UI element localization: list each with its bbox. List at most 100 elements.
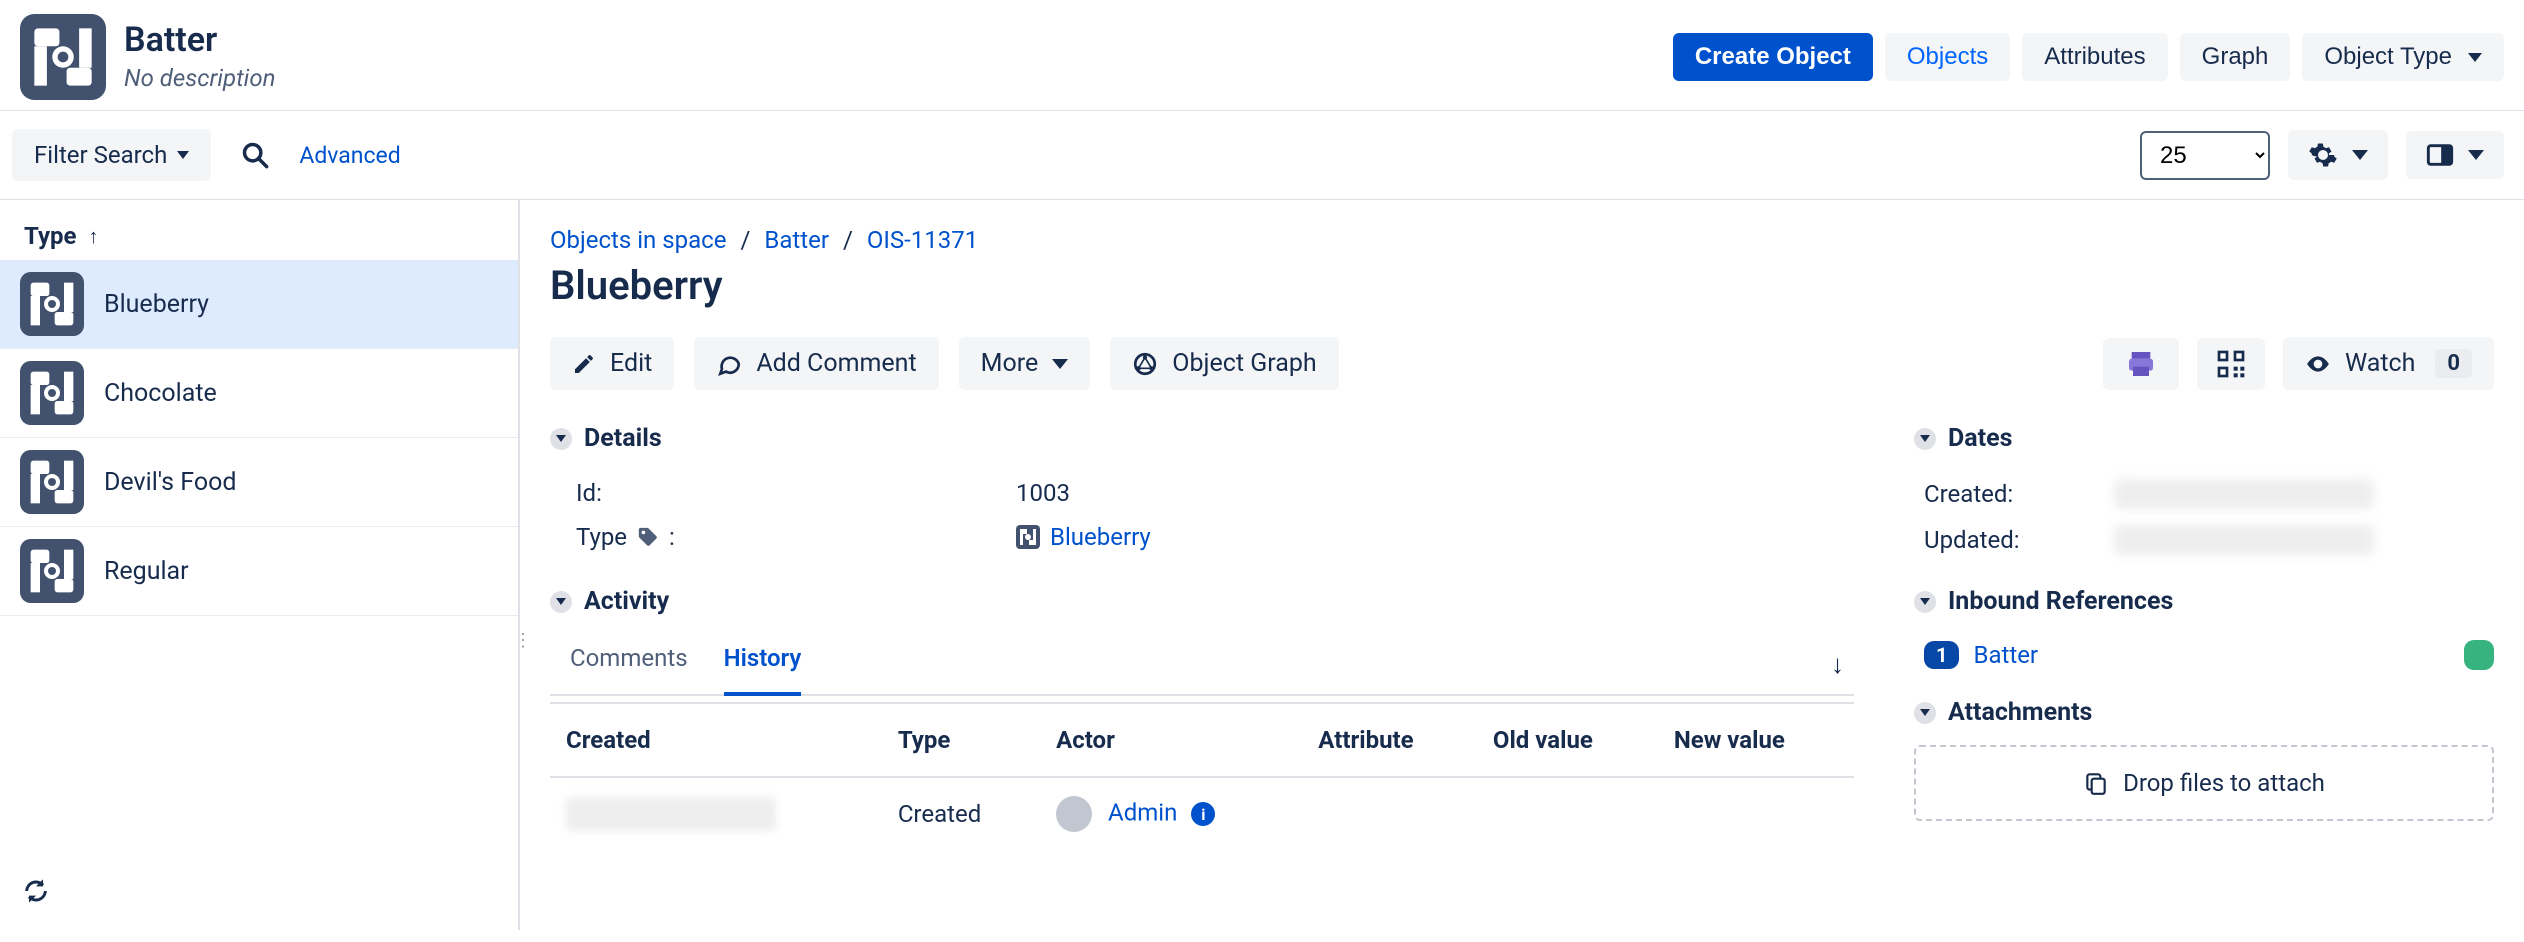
watch-button[interactable]: Watch 0 xyxy=(2283,337,2494,390)
info-icon[interactable]: i xyxy=(1191,802,1215,826)
create-object-button[interactable]: Create Object xyxy=(1673,33,1873,81)
chevron-down-icon xyxy=(2352,150,2368,160)
activity-tabs: Comments History ↓ xyxy=(550,634,1854,696)
sort-desc-button[interactable]: ↓ xyxy=(1831,649,1844,680)
sidebar-item-label: Chocolate xyxy=(104,379,217,408)
toolbar: Filter Search Advanced 25 xyxy=(0,111,2524,200)
title-block: Batter No description xyxy=(124,22,275,91)
object-type-icon xyxy=(20,539,84,603)
col-created: Created xyxy=(550,703,882,777)
edit-label: Edit xyxy=(610,349,652,378)
sidebar-sort-header[interactable]: Type ↑ xyxy=(0,222,518,260)
header-left: Batter No description xyxy=(20,14,275,100)
content-columns: Details Id: 1003 Type : Blueberry xyxy=(550,424,2494,850)
qr-icon xyxy=(2215,348,2247,380)
nav-objects[interactable]: Objects xyxy=(1885,33,2010,81)
print-icon xyxy=(2121,348,2161,380)
sidebar-item-label: Blueberry xyxy=(104,290,209,319)
cell-type: Created xyxy=(882,777,1040,850)
layout-dropdown[interactable] xyxy=(2406,131,2504,179)
copy-icon xyxy=(2083,770,2109,796)
tab-comments[interactable]: Comments xyxy=(570,634,688,694)
breadcrumb-sep: / xyxy=(843,226,853,254)
object-type-icon xyxy=(20,272,84,336)
nav-graph[interactable]: Graph xyxy=(2180,33,2291,81)
schema-title: Batter xyxy=(124,22,275,59)
activity-header[interactable]: Activity xyxy=(550,587,1854,616)
chevron-down-icon xyxy=(1052,359,1068,369)
inbound-reference-row: 1 Batter xyxy=(1914,634,2494,670)
table-row: Created Admin i xyxy=(550,777,1854,850)
schema-type-icon xyxy=(20,14,106,100)
print-label-button[interactable] xyxy=(2103,338,2179,390)
avatar xyxy=(1056,796,1092,832)
attachment-dropzone[interactable]: Drop files to attach xyxy=(1914,745,2494,821)
sidebar-item-blueberry[interactable]: Blueberry xyxy=(0,260,518,349)
search-icon[interactable] xyxy=(241,141,269,169)
cell-created xyxy=(550,777,882,850)
main: ⋮ Objects in space / Batter / OIS-11371 … xyxy=(520,200,2524,930)
sidebar: Type ↑ Blueberry Chocolate Devil's Food … xyxy=(0,200,520,930)
graph-icon xyxy=(1132,351,1158,377)
qr-code-button[interactable] xyxy=(2197,338,2265,390)
chevron-down-icon xyxy=(2468,150,2484,160)
detail-type-label: Type : xyxy=(576,523,1016,551)
redacted-date xyxy=(2114,479,2374,509)
inbound-link[interactable]: Batter xyxy=(1973,641,2038,669)
dates-header[interactable]: Dates xyxy=(1914,424,2494,453)
filter-search-label: Filter Search xyxy=(34,141,167,169)
body: Type ↑ Blueberry Chocolate Devil's Food … xyxy=(0,200,2524,930)
nav-attributes[interactable]: Attributes xyxy=(2022,33,2167,81)
col-new-value: New value xyxy=(1658,703,1854,777)
inbound-header[interactable]: Inbound References xyxy=(1914,587,2494,616)
filter-search-button[interactable]: Filter Search xyxy=(12,129,211,181)
date-updated-label: Updated: xyxy=(1924,525,2114,555)
breadcrumb-schema[interactable]: Batter xyxy=(764,226,829,254)
details-header[interactable]: Details xyxy=(550,424,1854,453)
date-created-row: Created: xyxy=(1914,471,2494,517)
settings-dropdown[interactable] xyxy=(2288,130,2388,180)
breadcrumb-key[interactable]: OIS-11371 xyxy=(867,226,978,254)
sidebar-item-devils-food[interactable]: Devil's Food xyxy=(0,438,518,527)
attachments-header[interactable]: Attachments xyxy=(1914,698,2494,727)
sidebar-item-chocolate[interactable]: Chocolate xyxy=(0,349,518,438)
page-title: Blueberry xyxy=(550,262,2494,309)
action-row: Edit Add Comment More Object Graph xyxy=(550,337,2494,390)
pencil-icon xyxy=(572,352,596,376)
watch-count: 0 xyxy=(2435,349,2472,378)
collapse-icon xyxy=(1914,702,1936,724)
detail-id-label: Id: xyxy=(576,479,1016,507)
header-right: Create Object Objects Attributes Graph O… xyxy=(1673,33,2504,81)
inbound-count: 1 xyxy=(1924,641,1959,669)
eye-icon xyxy=(2305,351,2331,377)
date-created-label: Created: xyxy=(1924,479,2114,509)
actor-link[interactable]: Admin xyxy=(1108,798,1177,826)
sidebar-item-regular[interactable]: Regular xyxy=(0,527,518,616)
collapse-icon xyxy=(550,428,572,450)
object-graph-button[interactable]: Object Graph xyxy=(1110,337,1338,390)
advanced-link[interactable]: Advanced xyxy=(299,142,400,169)
more-button[interactable]: More xyxy=(959,337,1091,390)
app-header: Batter No description Create Object Obje… xyxy=(0,0,2524,111)
breadcrumb-root[interactable]: Objects in space xyxy=(550,226,726,254)
status-badge xyxy=(2464,640,2494,670)
refresh-button[interactable] xyxy=(0,859,518,930)
page-size-select[interactable]: 25 xyxy=(2140,131,2270,180)
schema-subtitle: No description xyxy=(124,64,275,92)
tag-icon xyxy=(637,526,659,548)
object-graph-label: Object Graph xyxy=(1172,349,1316,378)
col-old-value: Old value xyxy=(1477,703,1658,777)
tab-history[interactable]: History xyxy=(724,634,802,696)
col-attribute: Attribute xyxy=(1302,703,1477,777)
collapse-icon xyxy=(1914,428,1936,450)
resize-handle[interactable]: ⋮ xyxy=(514,630,534,651)
breadcrumb: Objects in space / Batter / OIS-11371 xyxy=(550,226,2494,254)
edit-button[interactable]: Edit xyxy=(550,337,674,390)
comment-icon xyxy=(716,351,742,377)
dropzone-label: Drop files to attach xyxy=(2123,769,2325,797)
nav-object-type[interactable]: Object Type xyxy=(2302,33,2504,81)
detail-type-value[interactable]: Blueberry xyxy=(1016,523,1151,551)
collapse-icon xyxy=(1914,591,1936,613)
add-comment-button[interactable]: Add Comment xyxy=(694,337,938,390)
sort-asc-icon: ↑ xyxy=(89,224,99,249)
